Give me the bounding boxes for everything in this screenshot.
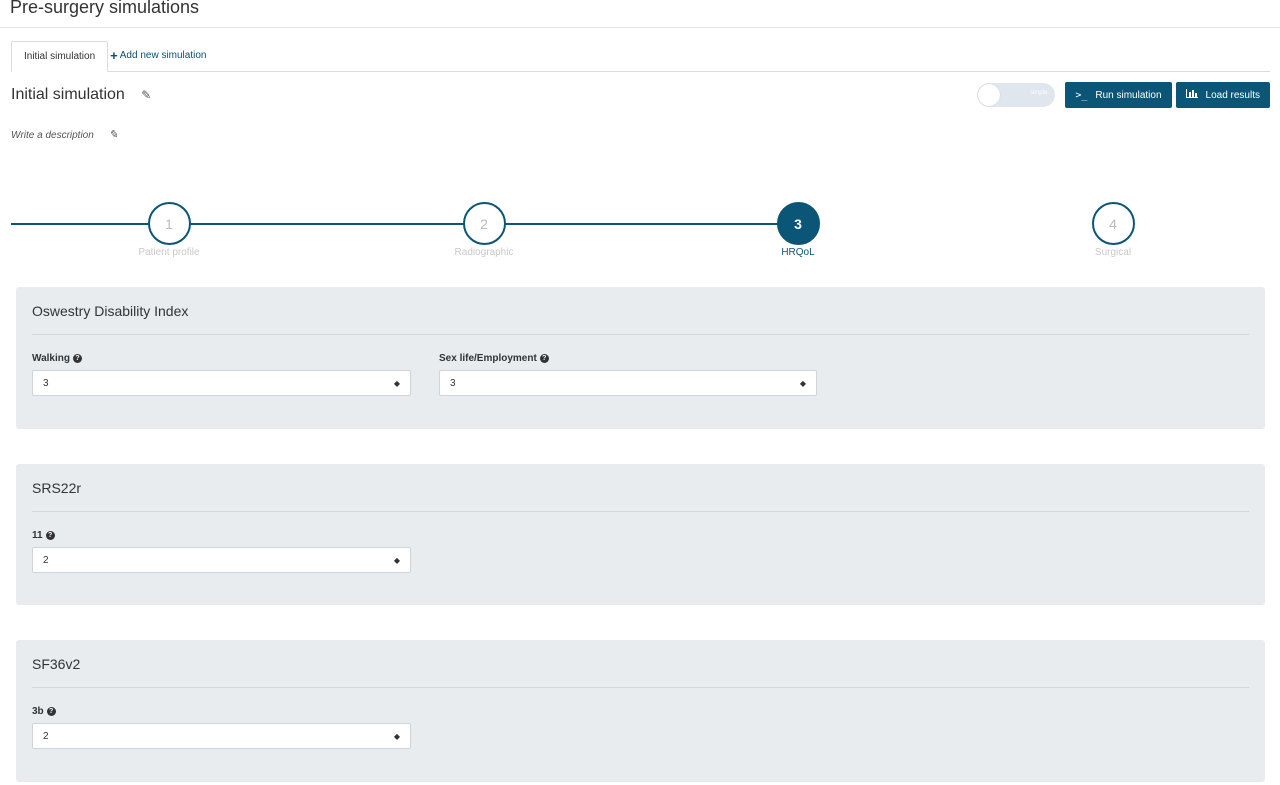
field-label: 11 ? xyxy=(32,530,411,541)
select-value: 2 xyxy=(43,730,49,742)
simulation-header: Initial simulation ✎ simple >_ Run simul… xyxy=(11,82,1270,108)
panel-title: SRS22r xyxy=(32,464,1249,512)
step-circle: 2 xyxy=(462,202,506,245)
step-label: HRQoL xyxy=(781,247,815,258)
field-label-text: 3b xyxy=(32,706,44,717)
simulation-title-wrap: Initial simulation ✎ xyxy=(11,86,151,104)
field-label-text: Walking xyxy=(32,353,70,364)
terminal-icon: >_ xyxy=(1075,89,1088,101)
question-circle-icon[interactable]: ? xyxy=(539,354,549,363)
panel-title: Oswestry Disability Index xyxy=(32,287,1249,335)
sex-life-employment-field: Sex life/Employment ? 3 ◆ xyxy=(439,353,817,396)
load-results-button[interactable]: Load results xyxy=(1175,82,1270,108)
toggle-knob xyxy=(978,84,1001,106)
sf36-3b-select[interactable]: 2 ◆ xyxy=(32,723,411,749)
select-value: 3 xyxy=(450,377,456,389)
page-header: Pre-surgery simulations xyxy=(0,0,1280,28)
odi-panel: Oswestry Disability Index Walking ? 3 ◆ … xyxy=(16,287,1265,429)
field-label: Walking ? xyxy=(32,353,411,364)
srs22r-panel: SRS22r 11 ? 2 ◆ xyxy=(16,464,1265,605)
mode-toggle[interactable]: simple xyxy=(977,83,1056,107)
question-circle-icon[interactable]: ? xyxy=(46,707,56,716)
select-value: 3 xyxy=(43,377,49,389)
step-patient-profile[interactable]: 1 Patient profile xyxy=(109,202,229,258)
toggle-label: simple xyxy=(1029,90,1048,96)
add-simulation-label: Add new simulation xyxy=(119,50,207,61)
run-simulation-label: Run simulation xyxy=(1095,89,1162,101)
plus-icon: + xyxy=(110,47,118,63)
bar-chart-svg xyxy=(1185,89,1198,98)
question-circle-icon[interactable]: ? xyxy=(72,354,82,363)
srs-11-field: 11 ? 2 ◆ xyxy=(32,530,411,573)
tab-initial-simulation[interactable]: Initial simulation xyxy=(11,41,109,72)
step-radiographic[interactable]: 2 Radiographic xyxy=(424,202,544,258)
step-circle: 1 xyxy=(147,202,191,245)
field-label: Sex life/Employment ? xyxy=(439,353,817,364)
page-title: Pre-surgery simulations xyxy=(10,0,200,17)
step-hrqol[interactable]: 3 HRQoL xyxy=(738,202,858,258)
tab-label: Initial simulation xyxy=(24,51,96,62)
step-label: Patient profile xyxy=(138,247,200,258)
walking-select[interactable]: 3 ◆ xyxy=(32,370,411,396)
step-label: Surgical xyxy=(1094,247,1132,258)
panel-fields: Walking ? 3 ◆ Sex life/Employment ? 3 ◆ xyxy=(32,353,1249,396)
field-label-text: 11 xyxy=(32,530,43,541)
panel-fields: 3b ? 2 ◆ xyxy=(32,706,1249,749)
srs-11-select[interactable]: 2 ◆ xyxy=(32,547,411,573)
sf36-3b-field: 3b ? 2 ◆ xyxy=(32,706,411,749)
walking-field: Walking ? 3 ◆ xyxy=(32,353,411,396)
simulation-title: Initial simulation xyxy=(11,86,125,103)
simulation-tabs: Initial simulation + Add new simulation xyxy=(11,41,1270,72)
select-value: 2 xyxy=(43,554,49,566)
pencil-icon[interactable]: ✎ xyxy=(109,128,118,141)
sort-caret-icon: ◆ xyxy=(393,731,400,741)
simulation-actions: simple >_ Run simulation Load results xyxy=(977,82,1270,108)
step-surgical[interactable]: 4 Surgical xyxy=(1053,202,1173,258)
question-circle-icon[interactable]: ? xyxy=(45,531,55,540)
add-simulation-tab[interactable]: + Add new simulation xyxy=(108,40,218,71)
bar-chart-icon xyxy=(1185,89,1198,101)
field-label: 3b ? xyxy=(32,706,411,717)
step-circle: 4 xyxy=(1091,202,1135,245)
description-field[interactable]: Write a description ✎ xyxy=(11,128,118,141)
sort-caret-icon: ◆ xyxy=(393,555,400,565)
field-label-text: Sex life/Employment xyxy=(439,353,537,364)
panel-fields: 11 ? 2 ◆ xyxy=(32,530,1249,573)
pencil-icon[interactable]: ✎ xyxy=(141,88,151,102)
sort-caret-icon: ◆ xyxy=(799,378,806,388)
sort-caret-icon: ◆ xyxy=(393,378,400,388)
description-placeholder: Write a description xyxy=(11,130,94,141)
step-circle: 3 xyxy=(776,202,820,245)
step-label: Radiographic xyxy=(454,247,514,258)
wizard-stepper: 1 Patient profile 2 Radiographic 3 HRQoL… xyxy=(11,202,1270,262)
load-results-label: Load results xyxy=(1205,89,1260,101)
sf36v2-panel: SF36v2 3b ? 2 ◆ xyxy=(16,640,1265,782)
sex-life-employment-select[interactable]: 3 ◆ xyxy=(439,370,817,396)
run-simulation-button[interactable]: >_ Run simulation xyxy=(1065,82,1172,108)
panel-title: SF36v2 xyxy=(32,640,1249,688)
